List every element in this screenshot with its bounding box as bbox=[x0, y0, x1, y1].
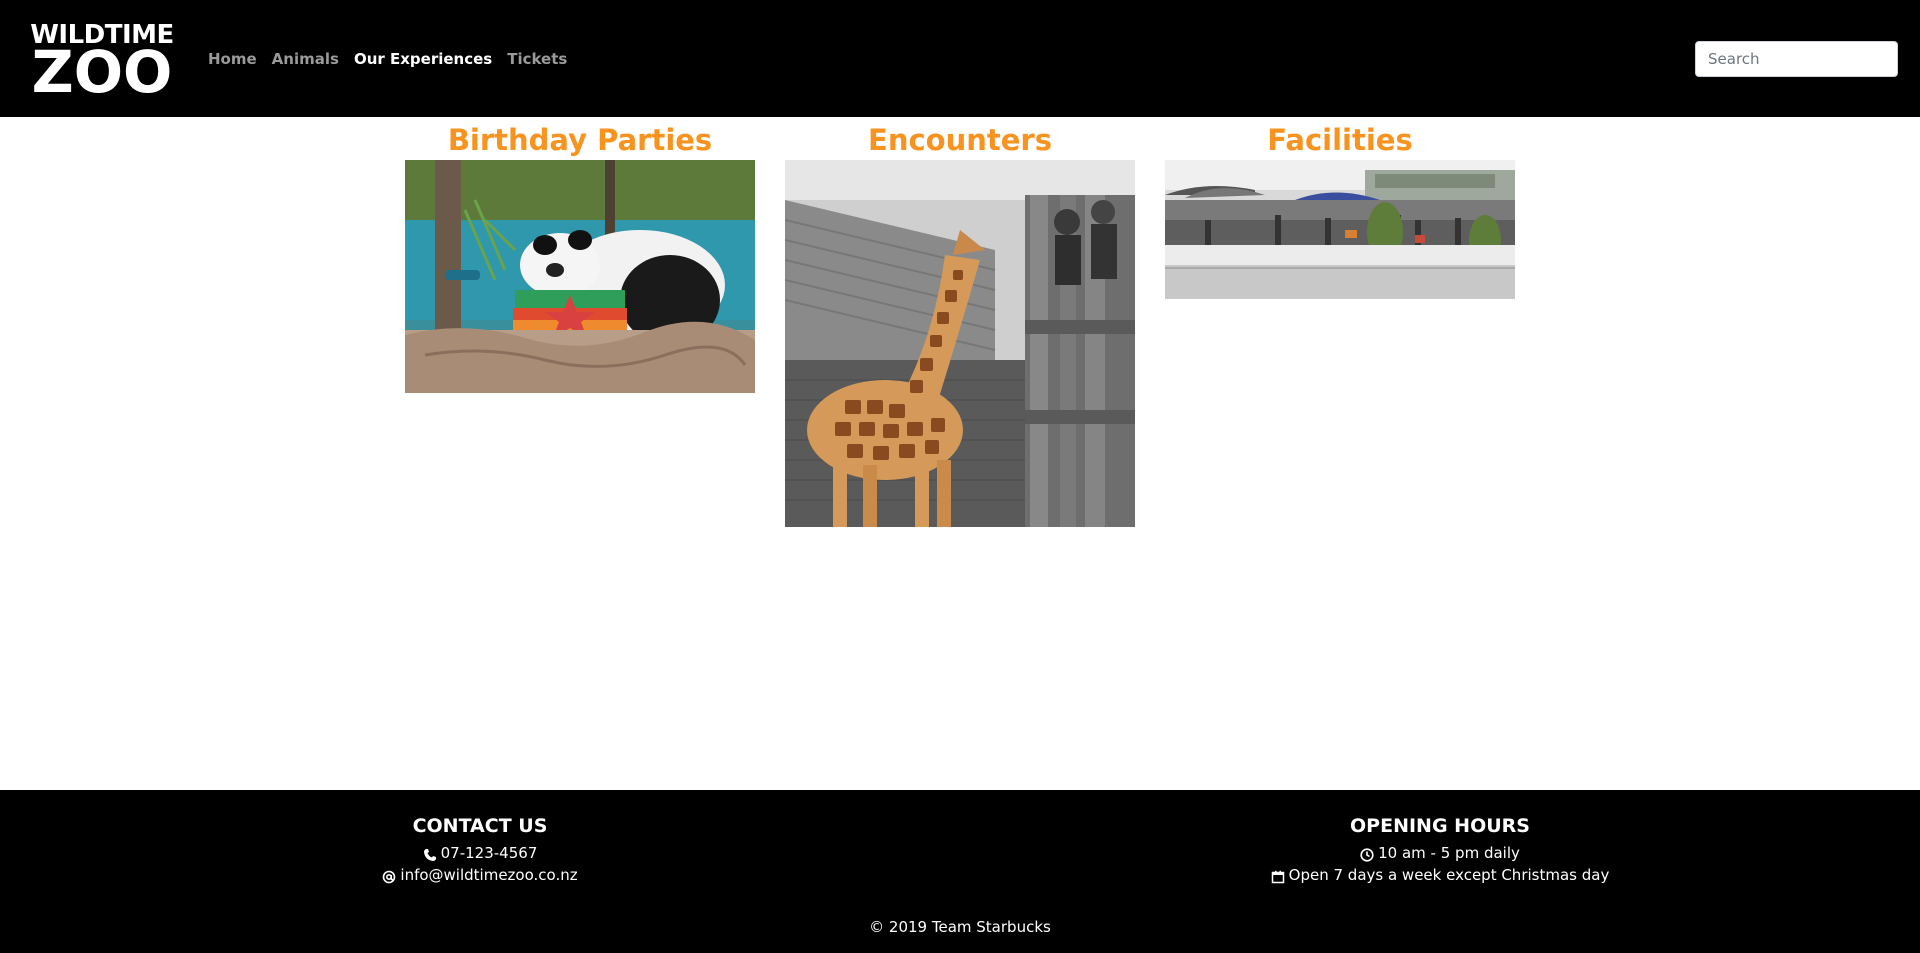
days-line: Open 7 days a week except Christmas day bbox=[1140, 864, 1740, 886]
panda-illustration bbox=[405, 160, 755, 393]
logo-line2: ZOO bbox=[31, 38, 173, 106]
opening-hours-section: OPENING HOURS 10 am - 5 pm daily Open 7 … bbox=[1140, 810, 1740, 886]
hours-text: 10 am - 5 pm daily bbox=[1378, 844, 1520, 862]
calendar-icon bbox=[1271, 868, 1285, 884]
main-nav: Home Animals Our Experiences Tickets bbox=[208, 48, 582, 70]
giraffe-illustration bbox=[785, 160, 1135, 527]
clock-icon bbox=[1360, 846, 1374, 862]
nav-tickets[interactable]: Tickets bbox=[507, 48, 567, 70]
at-icon bbox=[382, 868, 396, 884]
facilities-image[interactable] bbox=[1165, 160, 1515, 299]
wildtime-zoo-logo[interactable]: WILDTIME ZOO bbox=[26, 20, 178, 106]
days-text: Open 7 days a week except Christmas day bbox=[1288, 866, 1610, 884]
site-footer: CONTACT US 07-123-4567 info@wildtimezoo.… bbox=[0, 790, 1920, 953]
contact-heading: CONTACT US bbox=[412, 815, 548, 837]
site-header: WILDTIME ZOO Home Animals Our Experience… bbox=[0, 0, 1920, 117]
opening-hours-heading: OPENING HOURS bbox=[1350, 815, 1530, 837]
panda-birthday-image[interactable] bbox=[405, 160, 755, 393]
hours-line: 10 am - 5 pm daily bbox=[1140, 842, 1740, 864]
card-facilities[interactable]: Facilities bbox=[1165, 120, 1515, 299]
phone-icon bbox=[423, 846, 437, 861]
email-address[interactable]: info@wildtimezoo.co.nz bbox=[400, 864, 577, 886]
copyright: © 2019 Team Starbucks bbox=[869, 918, 1051, 936]
card-encounters[interactable]: Encounters bbox=[785, 120, 1135, 527]
card-title[interactable]: Birthday Parties bbox=[405, 120, 755, 160]
phone-line[interactable]: 07-123-4567 bbox=[180, 842, 780, 864]
nav-animals[interactable]: Animals bbox=[272, 48, 339, 70]
card-title[interactable]: Facilities bbox=[1165, 120, 1515, 160]
email-line[interactable]: info@wildtimezoo.co.nz bbox=[180, 864, 780, 886]
nav-home[interactable]: Home bbox=[208, 48, 257, 70]
giraffe-encounter-image[interactable] bbox=[785, 160, 1135, 527]
card-birthday-parties[interactable]: Birthday Parties bbox=[405, 120, 755, 393]
phone-number[interactable]: 07-123-4567 bbox=[441, 842, 538, 864]
contact-section: CONTACT US 07-123-4567 info@wildtimezoo.… bbox=[180, 810, 780, 886]
nav-our-experiences[interactable]: Our Experiences bbox=[354, 48, 492, 70]
restaurant-illustration bbox=[1165, 160, 1515, 299]
search-input[interactable] bbox=[1695, 41, 1898, 77]
card-title[interactable]: Encounters bbox=[785, 120, 1135, 160]
